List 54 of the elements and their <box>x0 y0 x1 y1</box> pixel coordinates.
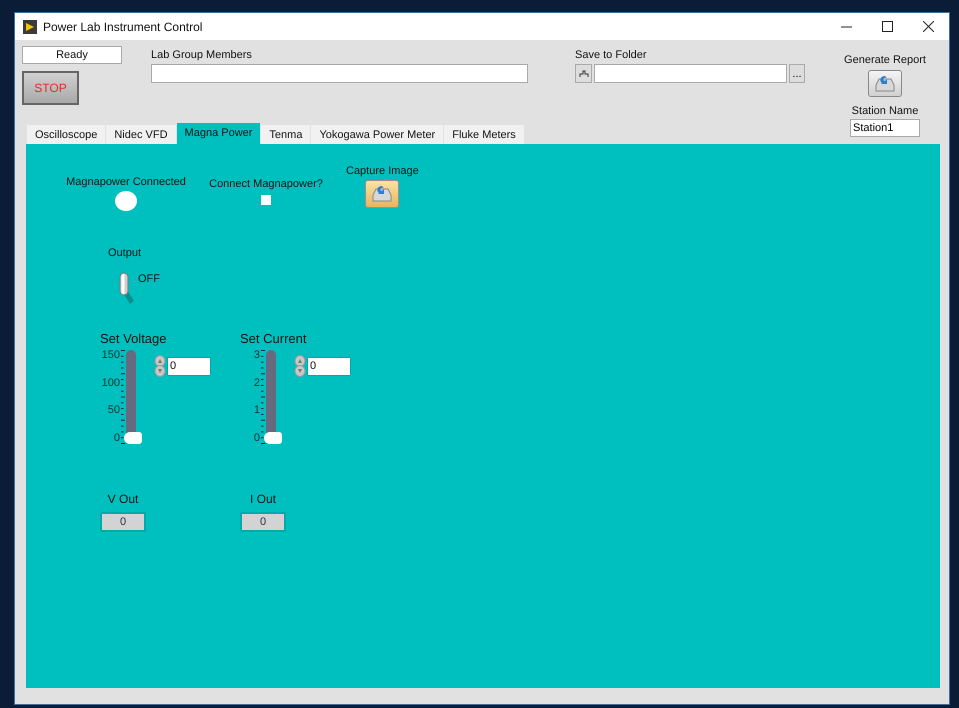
toggle-switch[interactable] <box>118 271 136 305</box>
scale-label: 50 <box>108 405 120 416</box>
tray-icon <box>873 74 897 94</box>
input-field[interactable] <box>151 64 528 83</box>
window-title: Power Lab Instrument Control <box>43 20 202 34</box>
spin-arrows-icon[interactable] <box>294 355 306 377</box>
status-display: Ready <box>22 46 122 64</box>
scale-label: 2 <box>254 378 260 389</box>
browse-button[interactable]: ... <box>789 64 805 83</box>
spin-arrows-icon[interactable] <box>154 355 166 377</box>
readout-label: V Out <box>108 492 138 506</box>
numeric-field[interactable]: 0 <box>307 356 351 376</box>
slider-label: Set Current <box>240 331 308 346</box>
tab[interactable]: Magna Power <box>176 123 260 144</box>
scale-label: 0 <box>114 432 120 444</box>
input-field[interactable]: Station1 <box>850 119 920 137</box>
button-label: Generate Report <box>844 54 926 66</box>
tray-icon <box>370 184 394 204</box>
slider-thumb[interactable] <box>124 432 142 444</box>
slider-thumb[interactable] <box>264 432 282 444</box>
scale-label: 3 <box>254 350 260 361</box>
button-label: Capture Image <box>346 165 419 177</box>
tab[interactable]: Tenma <box>261 125 310 144</box>
readout-label: I Out <box>250 492 276 506</box>
tab[interactable]: Oscilloscope <box>27 125 106 144</box>
switch-state: OFF <box>138 273 160 285</box>
slider-label: Set Voltage <box>100 331 168 346</box>
indicator-label: Magnapower Connected <box>66 176 186 188</box>
field-label: Station Name <box>852 105 918 117</box>
tab[interactable]: Nidec VFD <box>106 125 176 144</box>
capture-image-button[interactable] <box>365 180 400 208</box>
tab[interactable]: Fluke Meters <box>444 125 524 144</box>
path-field[interactable] <box>594 64 787 83</box>
app-icon <box>23 20 37 34</box>
scale-label: 100 <box>102 378 120 389</box>
checkbox[interactable] <box>261 195 271 205</box>
generate-report-button[interactable] <box>868 70 902 97</box>
path-button[interactable] <box>575 64 592 83</box>
scale-label: 1 <box>254 405 260 416</box>
tab[interactable]: Yokogawa Power Meter <box>311 125 444 144</box>
scale-label: 150 <box>102 350 120 361</box>
close-icon[interactable] <box>923 21 934 32</box>
field-label: Lab Group Members <box>151 49 253 61</box>
slider-track[interactable] <box>264 350 282 444</box>
readout-display: 0 <box>100 512 146 532</box>
slider-track[interactable] <box>124 350 142 444</box>
numeric-field[interactable]: 0 <box>167 356 211 376</box>
switch-label: Output <box>108 247 142 259</box>
readout-display: 0 <box>240 512 286 532</box>
maximize-icon[interactable] <box>882 21 893 32</box>
checkbox-label: Connect Magnapower? <box>209 178 323 190</box>
field-label: Save to Folder <box>575 49 648 61</box>
hierarchy-icon <box>578 70 588 78</box>
scale-label: 0 <box>254 432 260 444</box>
